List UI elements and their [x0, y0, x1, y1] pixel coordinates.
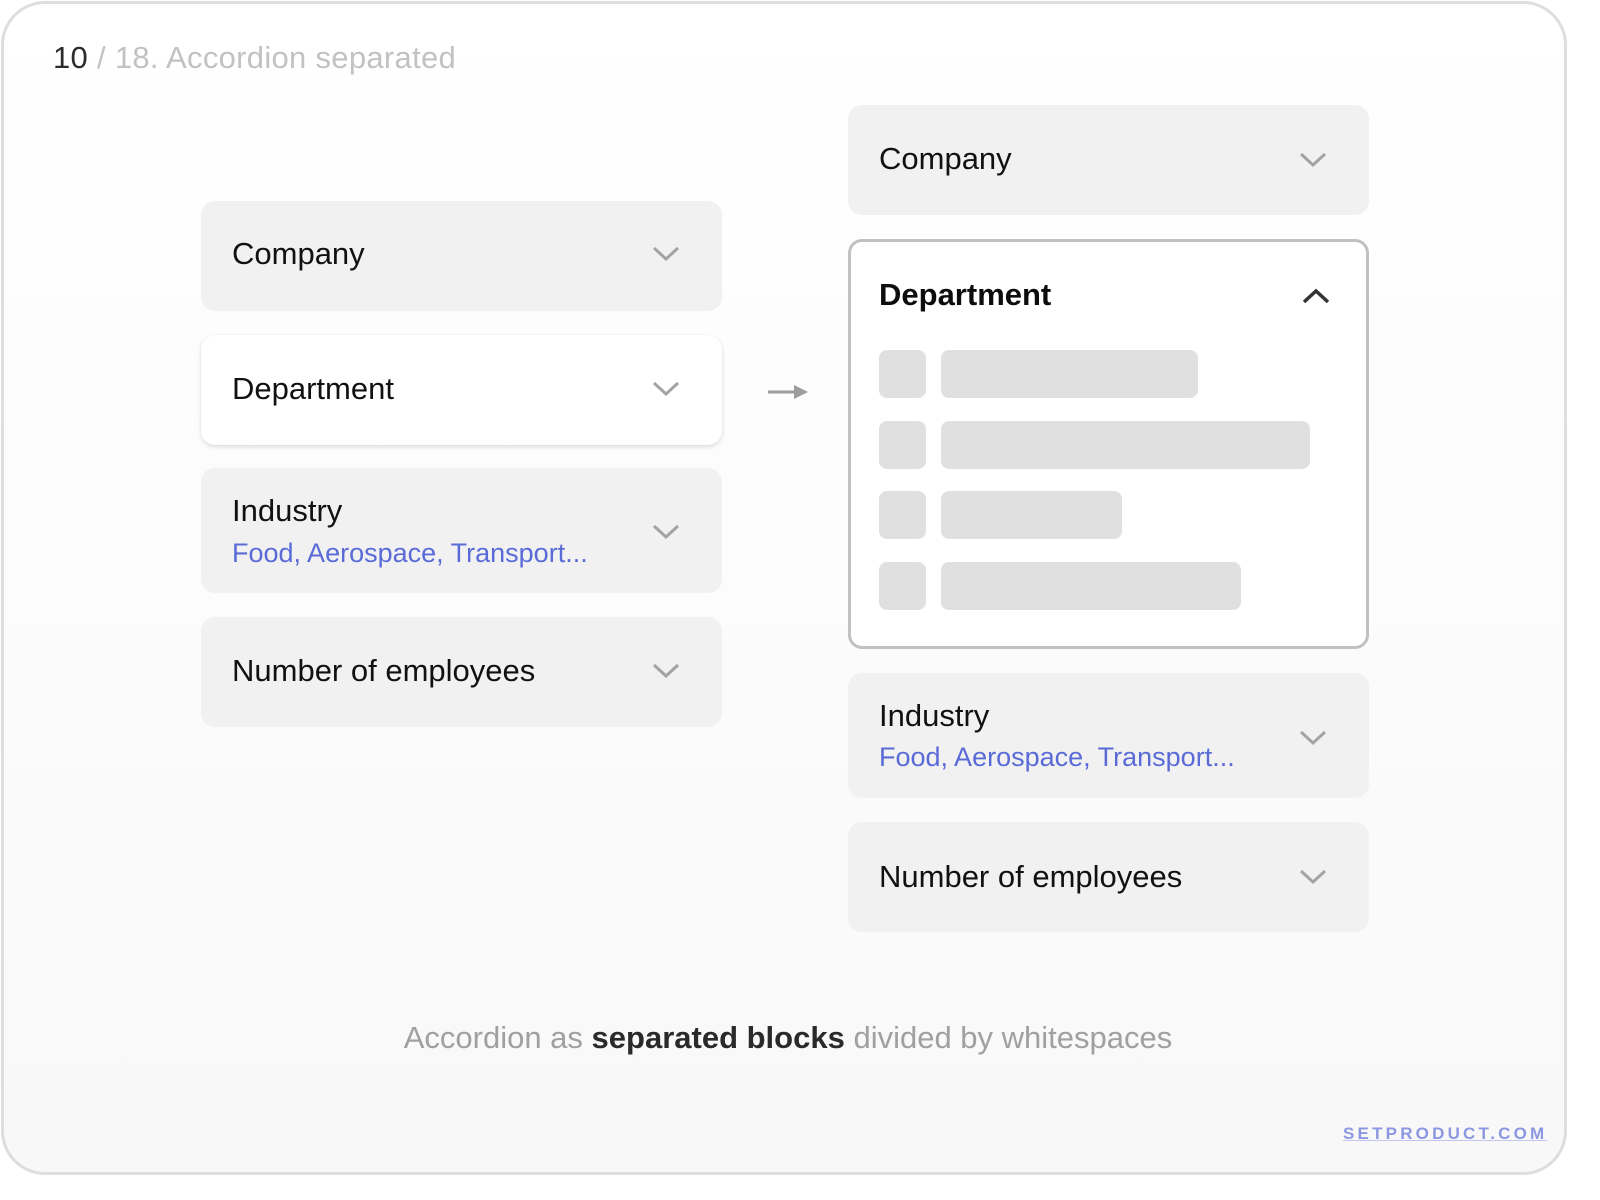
- accordion-item-industry[interactable]: Industry Food, Aerospace, Transport...: [201, 468, 722, 593]
- skeleton-line: [941, 491, 1122, 539]
- accordion-item-department[interactable]: Department: [201, 335, 722, 445]
- accordion-item-label: Department: [879, 277, 1052, 312]
- skeleton-line: [941, 350, 1198, 398]
- accordion-item-label: Department: [232, 371, 394, 406]
- accordion-item-company[interactable]: Company: [201, 201, 722, 311]
- chevron-down-icon: [650, 244, 682, 264]
- chevron-down-icon: [1297, 150, 1329, 170]
- slide-separator: /: [88, 40, 115, 75]
- skeleton-icon: [879, 562, 926, 610]
- slide-name: 18. Accordion separated: [114, 40, 457, 75]
- chevron-down-icon: [1297, 728, 1329, 748]
- slide-frame: 10 / 18. Accordion separated Company Dep…: [1, 1, 1567, 1175]
- brand-link[interactable]: SETPRODUCT.COM: [1343, 1124, 1547, 1144]
- arrow-right-icon: [768, 382, 812, 402]
- accordion-item-subtitle: Food, Aerospace, Transport...: [879, 742, 1235, 772]
- accordion-item-department-expanded[interactable]: Department: [848, 239, 1369, 649]
- accordion-item-label: Company: [232, 236, 365, 271]
- caption-post: divided by whitespaces: [844, 1020, 1173, 1055]
- accordion-item-employees[interactable]: Number of employees: [201, 617, 722, 727]
- skeleton-icon: [879, 491, 926, 539]
- accordion-item-employees-after[interactable]: Number of employees: [848, 822, 1369, 932]
- chevron-down-icon: [650, 522, 682, 542]
- caption: Accordion as separated blocks divided by…: [4, 1020, 1572, 1056]
- accordion-item-label: Industry: [879, 698, 990, 733]
- chevron-down-icon: [1297, 867, 1329, 887]
- chevron-down-icon: [650, 661, 682, 681]
- accordion-item-label: Number of employees: [879, 859, 1183, 894]
- slide-title: 10 / 18. Accordion separated: [53, 40, 456, 76]
- skeleton-line: [941, 421, 1310, 469]
- skeleton-icon: [879, 421, 926, 469]
- accordion-item-label: Number of employees: [232, 653, 536, 688]
- accordion-item-label: Company: [879, 141, 1012, 176]
- chevron-up-icon[interactable]: [1300, 286, 1332, 306]
- skeleton-icon: [879, 350, 926, 398]
- caption-pre: Accordion as: [403, 1020, 592, 1055]
- skeleton-line: [941, 562, 1241, 610]
- accordion-item-company-after[interactable]: Company: [848, 105, 1369, 215]
- slide-number: 10: [53, 40, 89, 75]
- accordion-item-label: Industry: [232, 493, 343, 528]
- accordion-item-subtitle: Food, Aerospace, Transport...: [232, 538, 588, 568]
- accordion-item-industry-after[interactable]: Industry Food, Aerospace, Transport...: [848, 673, 1369, 798]
- caption-bold: separated blocks: [591, 1020, 845, 1055]
- chevron-down-icon: [650, 379, 682, 399]
